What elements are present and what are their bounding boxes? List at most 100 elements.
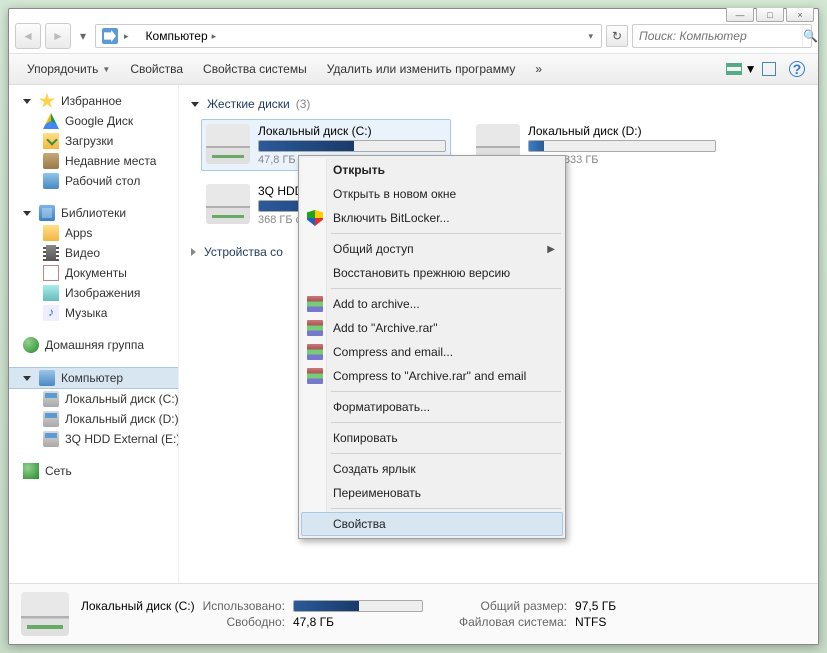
preview-pane-button[interactable] <box>758 58 780 80</box>
gdrive-icon <box>43 113 59 129</box>
sidebar-item-desktop[interactable]: Рабочий стол <box>9 171 178 191</box>
ctx-bitlocker[interactable]: Включить BitLocker... <box>301 206 563 230</box>
ctx-add-to-rar[interactable]: Add to "Archive.rar" <box>301 316 563 340</box>
sidebar-item-recent[interactable]: Недавние места <box>9 151 178 171</box>
search-box: 🔍 <box>632 24 812 48</box>
sidebar-item-music[interactable]: Музыка <box>9 303 178 323</box>
forward-button[interactable]: ► <box>45 23 71 49</box>
separator <box>331 453 561 454</box>
winrar-icon <box>307 368 323 384</box>
ctx-share[interactable]: Общий доступ▶ <box>301 237 563 261</box>
libraries-node[interactable]: Библиотеки <box>9 203 178 223</box>
separator <box>331 508 561 509</box>
drive-label: Локальный диск (D:) <box>528 124 716 138</box>
search-input[interactable] <box>633 29 802 43</box>
properties-button[interactable]: Свойства <box>122 58 191 80</box>
ctx-add-archive[interactable]: Add to archive... <box>301 292 563 316</box>
minimize-button[interactable]: — <box>726 8 754 22</box>
collapse-icon <box>23 211 31 216</box>
network-node[interactable]: Сеть <box>9 461 178 481</box>
history-dropdown[interactable]: ▾ <box>75 29 91 43</box>
music-icon <box>43 305 59 321</box>
drive-label: Локальный диск (C:) <box>258 124 446 138</box>
hdd-icon <box>206 184 250 224</box>
preview-icon <box>762 62 776 76</box>
winrar-icon <box>307 296 323 312</box>
usage-fill <box>529 141 544 151</box>
address-bar[interactable]: ▸ Компьютер▸ ▾ <box>95 24 602 48</box>
network-icon <box>23 463 39 479</box>
sidebar-item-drive-e[interactable]: 3Q HDD External (E:) <box>9 429 178 449</box>
close-button[interactable]: × <box>786 8 814 22</box>
fs-label: Файловая система: <box>459 615 567 629</box>
help-icon: ? <box>789 61 805 77</box>
ctx-properties[interactable]: Свойства <box>301 512 563 536</box>
ctx-compress-email[interactable]: Compress and email... <box>301 340 563 364</box>
hdd-icon <box>21 592 69 636</box>
homegroup-icon <box>23 337 39 353</box>
usage-fill <box>259 141 354 151</box>
context-menu: Открыть Открыть в новом окне Включить Bi… <box>298 155 566 539</box>
group-header-hdd[interactable]: Жесткие диски(3) <box>191 97 806 111</box>
hdd-icon <box>206 124 250 164</box>
computer-node[interactable]: Компьютер <box>9 367 178 389</box>
submenu-arrow-icon: ▶ <box>547 244 555 255</box>
ctx-restore-version[interactable]: Восстановить прежнюю версию <box>301 261 563 285</box>
separator <box>331 233 561 234</box>
sidebar-item-video[interactable]: Видео <box>9 243 178 263</box>
sidebar-item-documents[interactable]: Документы <box>9 263 178 283</box>
sidebar-item-drive-d[interactable]: Локальный диск (D:) <box>9 409 178 429</box>
back-button[interactable]: ◄ <box>15 23 41 49</box>
separator <box>331 288 561 289</box>
usage-fill <box>294 601 359 611</box>
hdd-icon <box>43 411 59 427</box>
usage-bar <box>528 140 716 152</box>
ctx-format[interactable]: Форматировать... <box>301 395 563 419</box>
chevron-right-icon: ▸ <box>208 31 221 42</box>
navigation-pane: Избранное Google Диск Загрузки Недавние … <box>9 85 179 583</box>
uninstall-button[interactable]: Удалить или изменить программу <box>319 58 524 80</box>
more-commands[interactable]: » <box>527 58 550 80</box>
ctx-open[interactable]: Открыть <box>301 158 563 182</box>
sidebar-item-drive-c[interactable]: Локальный диск (C:) <box>9 389 178 409</box>
homegroup-node[interactable]: Домашняя группа <box>9 335 178 355</box>
details-pane: Локальный диск (C:) Использовано: Общий … <box>9 583 818 644</box>
fs-value: NTFS <box>575 615 616 629</box>
sidebar-item-gdrive[interactable]: Google Диск <box>9 111 178 131</box>
ctx-compress-rar-email[interactable]: Compress to "Archive.rar" and email <box>301 364 563 388</box>
document-icon <box>43 265 59 281</box>
ctx-open-new-window[interactable]: Открыть в новом окне <box>301 182 563 206</box>
library-icon <box>39 205 55 221</box>
sidebar-item-downloads[interactable]: Загрузки <box>9 131 178 151</box>
sidebar-item-images[interactable]: Изображения <box>9 283 178 303</box>
nav-bar: ◄ ► ▾ ▸ Компьютер▸ ▾ ↻ 🔍 <box>9 19 818 54</box>
maximize-button[interactable]: □ <box>756 8 784 22</box>
collapse-icon <box>23 376 31 381</box>
system-properties-button[interactable]: Свойства системы <box>195 58 315 80</box>
free-value: 47,8 ГБ <box>293 615 423 629</box>
computer-icon <box>102 28 118 44</box>
view-mode-button[interactable]: ▼ <box>730 58 752 80</box>
ctx-rename[interactable]: Переименовать <box>301 481 563 505</box>
organize-menu[interactable]: Упорядочить▼ <box>19 58 118 80</box>
favorites-node[interactable]: Избранное <box>9 91 178 111</box>
shield-icon <box>307 210 323 226</box>
help-button[interactable]: ? <box>786 58 808 80</box>
star-icon <box>39 93 55 109</box>
search-button[interactable]: 🔍 <box>802 25 818 47</box>
total-label: Общий размер: <box>459 599 567 613</box>
breadcrumb-item[interactable]: Компьютер <box>146 29 208 43</box>
refresh-button[interactable]: ↻ <box>606 25 628 47</box>
command-bar: Упорядочить▼ Свойства Свойства системы У… <box>9 54 818 85</box>
expand-icon <box>191 248 196 256</box>
desktop-icon <box>43 173 59 189</box>
address-dropdown[interactable]: ▾ <box>584 31 597 42</box>
hdd-icon <box>43 391 59 407</box>
ctx-copy[interactable]: Копировать <box>301 426 563 450</box>
usage-bar <box>258 140 446 152</box>
downloads-icon <box>43 133 59 149</box>
ctx-create-shortcut[interactable]: Создать ярлык <box>301 457 563 481</box>
sidebar-item-apps[interactable]: Apps <box>9 223 178 243</box>
image-icon <box>43 285 59 301</box>
video-icon <box>43 245 59 261</box>
